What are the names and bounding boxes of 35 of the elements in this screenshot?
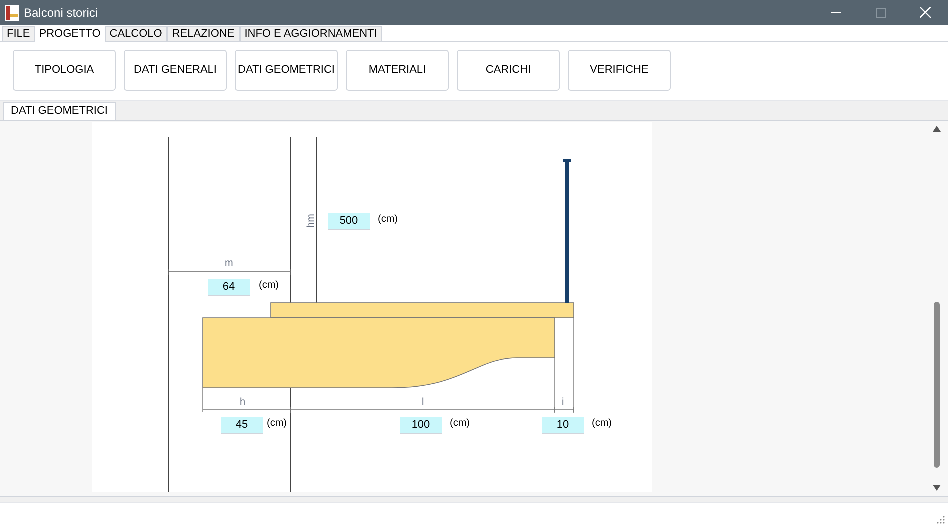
resize-grip-icon [936, 515, 945, 524]
unit-label: (cm) [259, 281, 279, 291]
toolbar-button[interactable]: DATI GEOMETRICI [235, 50, 338, 91]
menu-tab[interactable]: INFO E AGGIORNAMENTI [240, 26, 382, 41]
dimension-symbol: m [225, 259, 234, 269]
toolbar-button[interactable]: VERIFICHE [568, 50, 671, 91]
scroll-up-icon [932, 126, 940, 132]
sub-tab[interactable]: DATI GEOMETRICI [3, 102, 116, 120]
dimension-symbol: h [240, 398, 246, 408]
toolbar-button[interactable]: CARICHI [457, 50, 560, 91]
toolbar-button[interactable]: MATERIALI [346, 50, 449, 91]
dimension-input[interactable]: 100 [400, 417, 442, 434]
unit-label: (cm) [592, 419, 612, 429]
dimension-symbol: hm [306, 214, 317, 228]
unit-label: (cm) [378, 215, 398, 225]
unit-label: (cm) [450, 419, 470, 429]
window-title: Balconi storici [24, 4, 98, 22]
dimension-input[interactable]: 10 [542, 417, 584, 434]
unit-label: (cm) [267, 419, 287, 429]
dimension-input[interactable]: 45 [221, 417, 263, 434]
minimize-icon [830, 12, 840, 13]
scroll-down-icon [932, 485, 940, 491]
menu-tab[interactable]: FILE [2, 26, 36, 41]
scroll-thumb[interactable] [934, 302, 940, 468]
menu-tab[interactable]: RELAZIONE [167, 26, 240, 41]
close-icon [920, 7, 931, 18]
dimension-input[interactable]: 500 [328, 213, 370, 230]
toolbar-button[interactable]: DATI GENERALI [124, 50, 227, 91]
maximize-icon [876, 8, 886, 18]
menu-tab[interactable]: CALCOLO [104, 26, 168, 41]
dimension-symbol: i [562, 398, 564, 408]
dimension-symbol: l [422, 398, 424, 408]
toolbar-button[interactable]: TIPOLOGIA [13, 50, 116, 91]
app-icon [5, 4, 19, 20]
dimension-input[interactable]: 64 [208, 279, 250, 296]
